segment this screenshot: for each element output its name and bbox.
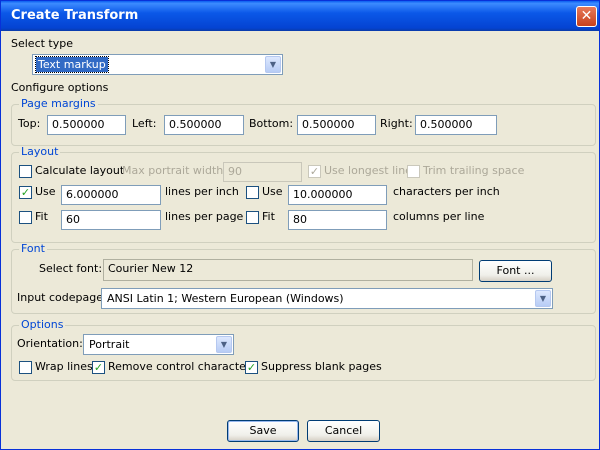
close-button[interactable]: ✕: [576, 6, 597, 27]
lines-per-page-input[interactable]: 60: [61, 210, 161, 230]
remove-control-characters-label: Remove control characters: [108, 360, 257, 373]
close-icon: ✕: [580, 8, 593, 24]
check-icon: ✓: [93, 361, 104, 374]
fit-columns-per-line-checkbox[interactable]: [246, 211, 259, 224]
create-transform-dialog: Create Transform ✕ Select type Text mark…: [0, 0, 600, 450]
layout-legend: Layout: [19, 145, 61, 158]
right-margin-input[interactable]: 0.500000: [415, 115, 497, 135]
lines-per-page-label: lines per page: [165, 210, 244, 223]
characters-per-inch-label: characters per inch: [393, 185, 500, 198]
use-longest-line-checkbox[interactable]: ✓: [308, 165, 321, 178]
trim-trailing-space-checkbox[interactable]: [407, 165, 420, 178]
wrap-lines-label: Wrap lines: [35, 360, 93, 373]
select-type-label: Select type: [11, 37, 74, 50]
use-lines-per-inch-label: Use: [35, 185, 56, 198]
fit-lines-per-page-label: Fit: [35, 210, 48, 223]
bottom-margin-input[interactable]: 0.500000: [297, 115, 376, 135]
font-legend: Font: [19, 242, 47, 255]
remove-control-characters-checkbox[interactable]: ✓: [92, 361, 105, 374]
columns-per-line-input[interactable]: 80: [288, 210, 387, 230]
orientation-dropdown[interactable]: Portrait ▼: [83, 334, 234, 355]
select-type-value: Text markup: [35, 56, 109, 73]
check-icon: ✓: [309, 165, 320, 178]
page-margins-legend: Page margins: [19, 97, 98, 110]
columns-per-line-label: columns per line: [393, 210, 485, 223]
use-longest-line-label: Use longest line: [324, 164, 412, 177]
left-margin-label: Left:: [132, 117, 157, 130]
options-legend: Options: [19, 318, 66, 331]
suppress-blank-pages-label: Suppress blank pages: [261, 360, 382, 373]
configure-options-label: Configure options: [11, 81, 109, 94]
orientation-label: Orientation:: [17, 337, 83, 350]
characters-per-inch-input[interactable]: 10.000000: [288, 185, 387, 205]
max-portrait-width-label: Max portrait width:: [122, 164, 227, 177]
check-icon: ✓: [20, 186, 31, 199]
font-button[interactable]: Font ...: [479, 260, 552, 282]
calculate-layout-label: Calculate layout: [35, 164, 125, 177]
wrap-lines-checkbox[interactable]: [19, 361, 32, 374]
left-margin-input[interactable]: 0.500000: [164, 115, 244, 135]
font-display-field: Courier New 12: [103, 259, 473, 281]
top-margin-input[interactable]: 0.500000: [47, 115, 126, 135]
fit-lines-per-page-checkbox[interactable]: [19, 211, 32, 224]
check-icon: ✓: [246, 361, 257, 374]
chevron-down-icon[interactable]: ▼: [216, 336, 232, 353]
input-codepage-dropdown[interactable]: ANSI Latin 1; Western European (Windows)…: [101, 288, 553, 309]
lines-per-inch-label: lines per inch: [165, 185, 239, 198]
suppress-blank-pages-checkbox[interactable]: ✓: [245, 361, 258, 374]
top-margin-label: Top:: [18, 117, 41, 130]
lines-per-inch-input[interactable]: 6.000000: [61, 185, 161, 205]
save-button[interactable]: Save: [227, 420, 299, 442]
bottom-margin-label: Bottom:: [249, 117, 294, 130]
select-font-label: Select font:: [39, 262, 103, 275]
use-characters-per-inch-checkbox[interactable]: [246, 186, 259, 199]
chevron-down-icon[interactable]: ▼: [265, 56, 281, 73]
title-bar[interactable]: Create Transform ✕: [1, 1, 599, 31]
chevron-down-icon[interactable]: ▼: [535, 290, 551, 307]
trim-trailing-space-label: Trim trailing space: [423, 164, 525, 177]
window-title: Create Transform: [11, 8, 139, 23]
right-margin-label: Right:: [380, 117, 413, 130]
select-type-dropdown[interactable]: Text markup ▼: [32, 54, 283, 75]
fit-columns-per-line-label: Fit: [262, 210, 275, 223]
calculate-layout-checkbox[interactable]: [19, 165, 32, 178]
max-portrait-width-input[interactable]: 90: [223, 162, 302, 182]
cancel-button[interactable]: Cancel: [307, 420, 380, 442]
input-codepage-value: ANSI Latin 1; Western European (Windows): [107, 292, 344, 305]
use-characters-per-inch-label: Use: [262, 185, 283, 198]
use-lines-per-inch-checkbox[interactable]: ✓: [19, 186, 32, 199]
orientation-value: Portrait: [89, 338, 130, 351]
input-codepage-label: Input codepage:: [17, 291, 107, 304]
